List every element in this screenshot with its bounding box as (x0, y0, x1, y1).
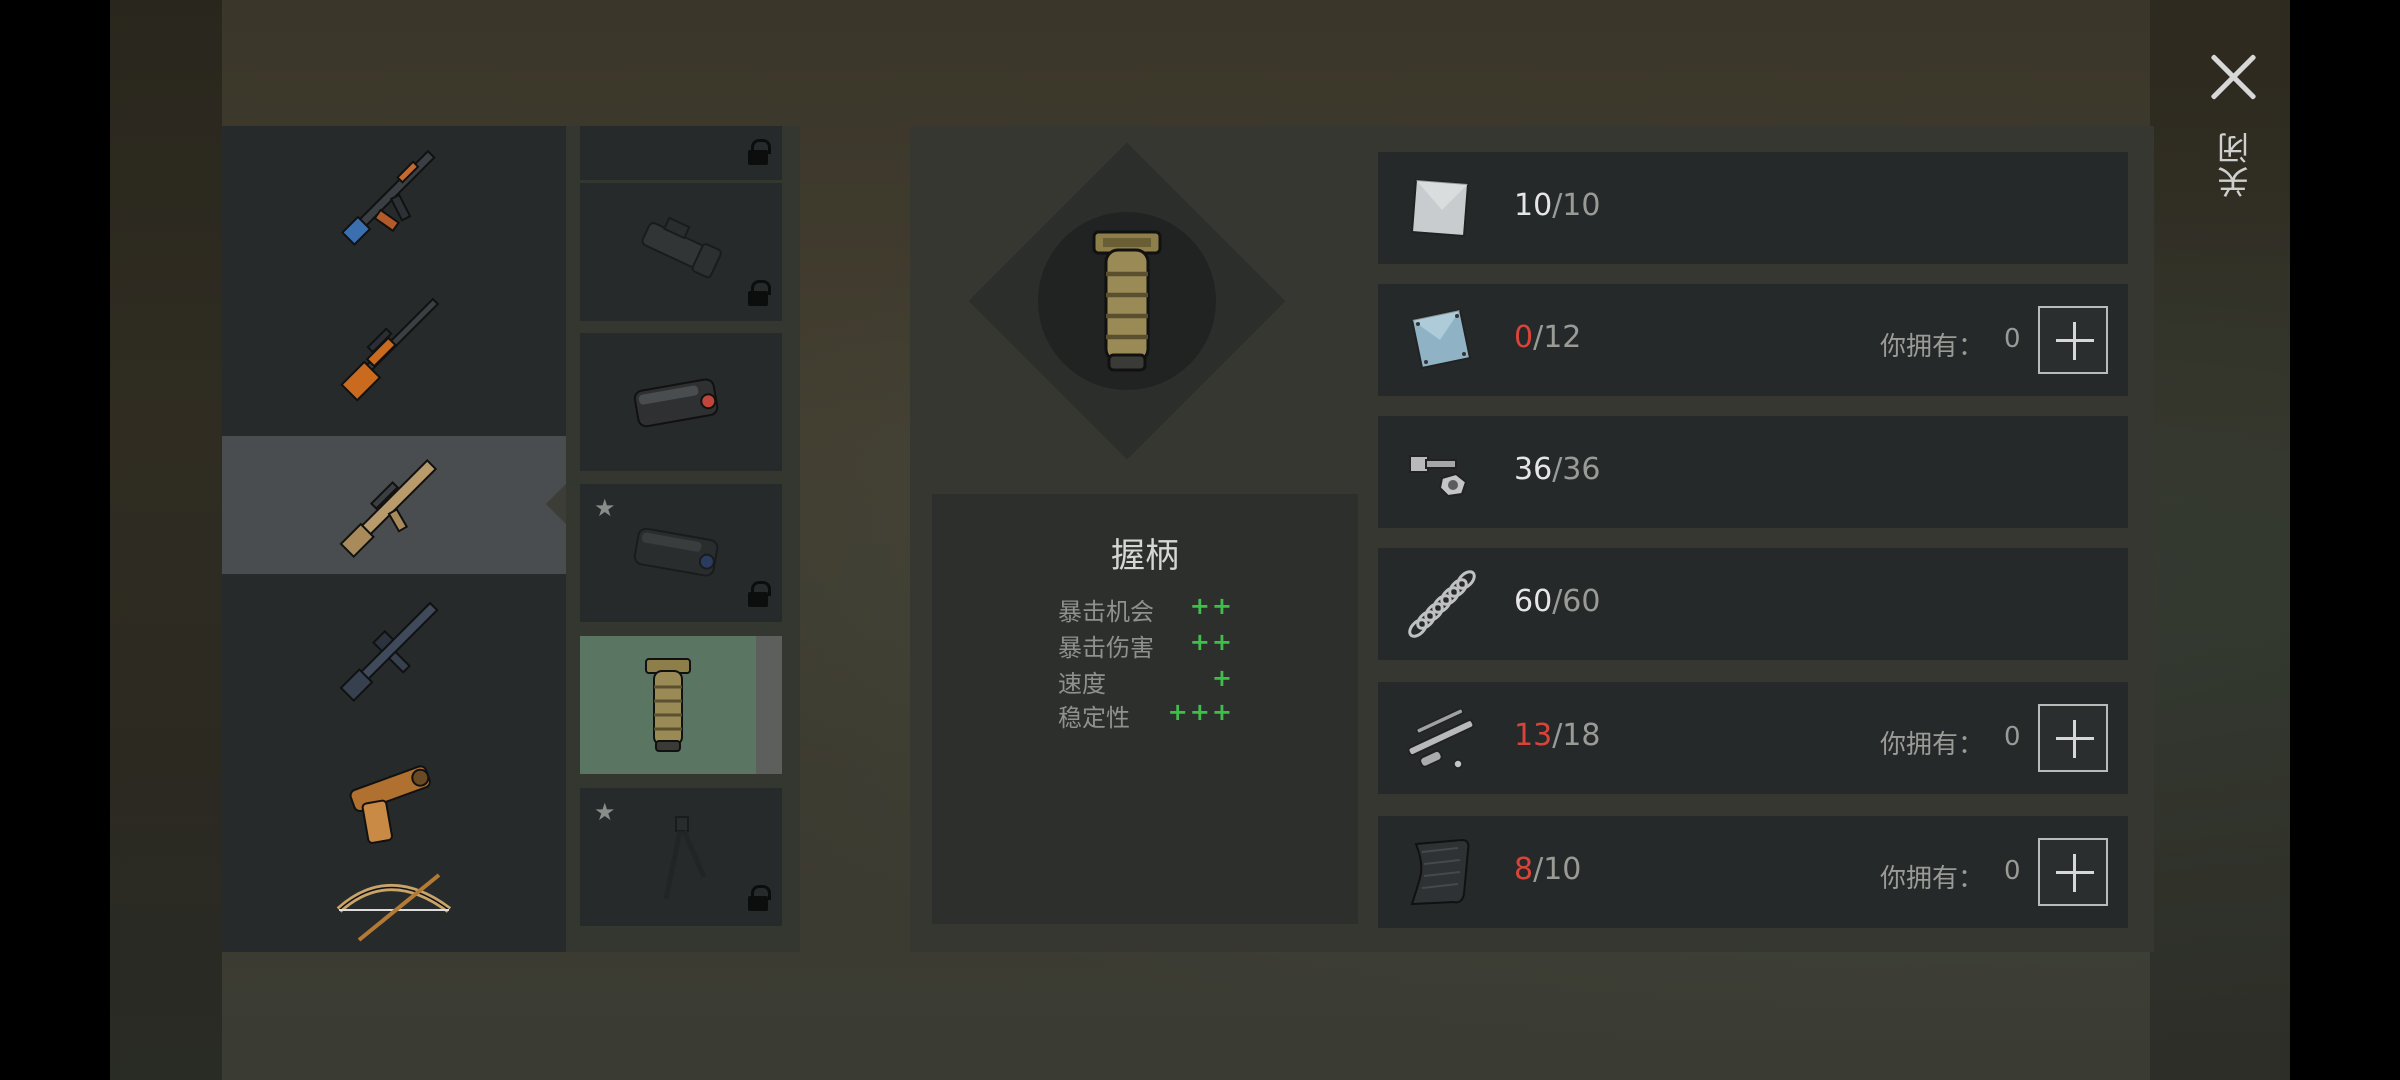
laser-sight-icon (633, 527, 719, 577)
sniper-rifle-icon (340, 297, 440, 402)
stat-value: + (1211, 664, 1234, 692)
resource-row: 10/10 (1378, 152, 2128, 264)
gun-parts-icon (1407, 708, 1475, 769)
resource-count: 36/36 (1514, 452, 1601, 487)
lock-icon (748, 280, 771, 307)
stat-value: +++ (1167, 698, 1234, 726)
resource-row: 8/10 你拥有： 0 (1378, 816, 2128, 928)
owned-label: 你拥有： (1880, 730, 1985, 760)
resource-count: 10/10 (1514, 188, 1601, 223)
weapon-slot-svd[interactable] (222, 276, 566, 414)
attachment-slot-grip[interactable] (580, 636, 782, 774)
left-shade (110, 0, 222, 1080)
attachment-scrollbar[interactable] (756, 636, 782, 774)
weapon-slot-pistol[interactable] (222, 730, 566, 868)
stat-label: 暴击伤害 (1058, 634, 1154, 662)
stat-row: 暴击伤害 ++ (1058, 628, 1234, 662)
grip-icon (1092, 230, 1162, 372)
add-resource-button[interactable] (2038, 838, 2108, 906)
m16-rifle-icon (339, 601, 439, 703)
close-label: 关闭 (2216, 130, 2254, 198)
weapon-slot-ak[interactable] (222, 126, 566, 264)
blue-plate-icon (1410, 308, 1472, 370)
bow-icon (336, 873, 452, 942)
item-preview (1002, 176, 1252, 426)
ak-rifle-icon (340, 149, 436, 246)
steel-plate-icon (1410, 178, 1470, 238)
stat-row: 暴击机会 ++ (1058, 592, 1234, 626)
flashlight-icon (641, 216, 722, 279)
lock-icon (748, 139, 771, 166)
owned-value: 0 (2004, 324, 2021, 354)
owned-value: 0 (2004, 856, 2021, 886)
detail-panel: 握柄 暴击机会 ++ 暴击伤害 ++ 速度 + 稳定性 +++ 10/10 0/… (910, 126, 2154, 952)
owned-label: 你拥有： (1880, 864, 1985, 894)
weapon-list[interactable] (222, 126, 566, 952)
stat-row: 稳定性 +++ (1058, 698, 1234, 732)
resource-count: 0/12 (1514, 320, 1582, 355)
attachment-slot-1[interactable] (580, 126, 782, 180)
crafting-screen: 关闭 ★ ★ 握柄 暴击机会 ++ 暴击伤害 ++ 速度 + 稳定性 +++ 1… (110, 0, 2290, 1080)
laser-sight-icon (633, 378, 719, 428)
stat-label: 稳定性 (1058, 704, 1130, 732)
resource-row: 60/60 (1378, 548, 2128, 660)
spring-icon (1408, 570, 1476, 638)
close-button[interactable]: 关闭 (2198, 40, 2268, 220)
lock-icon (748, 581, 771, 608)
stat-row: 速度 + (1058, 664, 1234, 698)
stat-label: 暴击机会 (1058, 598, 1154, 626)
item-title: 握柄 (1111, 536, 1179, 576)
bolts-nuts-icon (1409, 455, 1468, 498)
resource-count: 60/60 (1514, 584, 1601, 619)
attachment-slot-4[interactable]: ★ (580, 484, 782, 622)
stat-label: 速度 (1058, 670, 1106, 698)
weapon-slot-m16[interactable] (222, 580, 566, 718)
attachment-list[interactable]: ★ ★ (566, 126, 800, 952)
scar-rifle-icon (339, 459, 438, 559)
stat-value: ++ (1189, 592, 1234, 620)
add-resource-button[interactable] (2038, 704, 2108, 772)
weapon-slot-scar[interactable] (222, 436, 566, 574)
bipod-icon (663, 816, 707, 900)
resource-row: 0/12 你拥有： 0 (1378, 284, 2128, 396)
pistol-icon (349, 765, 431, 844)
add-resource-button[interactable] (2038, 306, 2108, 374)
item-info: 握柄 暴击机会 ++ 暴击伤害 ++ 速度 + 稳定性 +++ (932, 494, 1358, 924)
owned-label: 你拥有： (1880, 332, 1985, 362)
close-icon (2206, 50, 2260, 104)
stat-value: ++ (1189, 628, 1234, 656)
resource-count: 13/18 (1514, 718, 1601, 753)
attachment-slot-2[interactable] (580, 183, 782, 321)
resource-row: 13/18 你拥有： 0 (1378, 682, 2128, 794)
attachment-slot-3[interactable] (580, 333, 782, 471)
grip-icon (645, 658, 691, 752)
attachment-slot-6[interactable]: ★ (580, 788, 782, 926)
selection-pointer (546, 484, 566, 524)
owned-value: 0 (2004, 722, 2021, 752)
carbon-fabric-icon (1410, 838, 1470, 906)
resource-count: 8/10 (1514, 852, 1582, 887)
lock-icon (748, 885, 771, 912)
resource-row: 36/36 (1378, 416, 2128, 528)
weapon-slot-bow[interactable] (222, 866, 566, 952)
